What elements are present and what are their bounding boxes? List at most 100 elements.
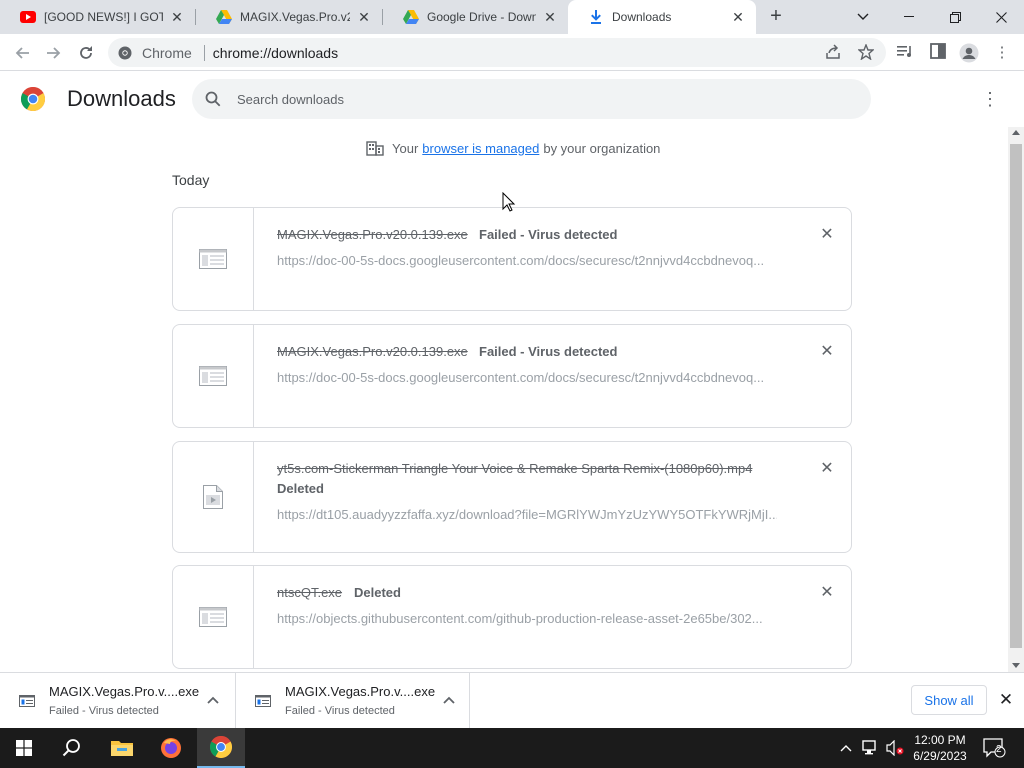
tab-search-button[interactable] bbox=[840, 0, 886, 34]
youtube-icon bbox=[20, 9, 36, 25]
shelf-filename: MAGIX.Vegas.Pro.v....exe bbox=[285, 684, 436, 699]
file-thumb bbox=[173, 208, 254, 310]
close-icon[interactable]: ✕ bbox=[356, 9, 372, 25]
download-item: ntscQT.exe Deleted https://objects.githu… bbox=[172, 565, 852, 669]
address-bar[interactable]: Chrome chrome://downloads bbox=[108, 38, 886, 67]
vertical-scrollbar[interactable] bbox=[1008, 127, 1024, 672]
chrome-menu-icon[interactable]: ⋮ bbox=[992, 43, 1012, 63]
volume-muted-icon[interactable] bbox=[886, 739, 904, 759]
windows-taskbar: 12:00 PM 6/29/2023 2 bbox=[0, 728, 1024, 768]
action-center-button[interactable]: 2 bbox=[983, 738, 1007, 758]
close-icon[interactable]: ✕ bbox=[730, 9, 746, 25]
chevron-up-icon[interactable] bbox=[441, 692, 457, 708]
more-actions-icon[interactable]: ⋮ bbox=[980, 89, 1000, 109]
tray-chevron-icon[interactable] bbox=[840, 740, 852, 755]
url-text[interactable]: chrome://downloads bbox=[213, 45, 338, 61]
shelf-item[interactable]: MAGIX.Vegas.Pro.v....exe Failed - Virus … bbox=[0, 673, 236, 729]
restore-button[interactable] bbox=[932, 0, 978, 34]
remove-item-icon[interactable]: ✕ bbox=[819, 461, 835, 477]
close-icon bbox=[995, 11, 1007, 23]
side-panel-icon[interactable] bbox=[928, 43, 948, 63]
exe-file-icon bbox=[19, 695, 35, 707]
date-section-label: Today bbox=[172, 172, 210, 188]
exe-file-icon bbox=[199, 249, 227, 269]
reload-button[interactable] bbox=[72, 39, 100, 67]
media-control-icon[interactable] bbox=[895, 43, 915, 63]
clock-time: 12:00 PM bbox=[914, 733, 966, 747]
chrome-logo-icon bbox=[21, 87, 45, 111]
remove-item-icon[interactable]: ✕ bbox=[819, 227, 835, 243]
bookmark-star-icon[interactable] bbox=[857, 43, 875, 62]
exe-file-icon bbox=[199, 607, 227, 627]
search-downloads-box[interactable] bbox=[192, 79, 871, 119]
minimize-button[interactable] bbox=[886, 0, 932, 34]
download-status: Failed - Virus detected bbox=[479, 227, 618, 242]
tab-google-drive[interactable]: Google Drive - Downlo ✕ bbox=[383, 0, 568, 34]
firefox-button[interactable] bbox=[147, 728, 195, 768]
download-source-url[interactable]: https://doc-00-5s-docs.googleusercontent… bbox=[277, 370, 777, 385]
download-filename[interactable]: yt5s.com-Stickerman Triangle Your Voice … bbox=[277, 461, 752, 476]
file-explorer-button[interactable] bbox=[98, 728, 146, 768]
tab-title: Downloads bbox=[612, 10, 672, 24]
download-filename[interactable]: MAGIX.Vegas.Pro.v20.0.139.exe bbox=[277, 344, 468, 359]
taskbar-clock[interactable]: 12:00 PM 6/29/2023 bbox=[905, 732, 975, 764]
download-source-url[interactable]: https://doc-00-5s-docs.googleusercontent… bbox=[277, 253, 777, 268]
close-window-button[interactable] bbox=[978, 0, 1024, 34]
download-source-url[interactable]: https://dt105.auadyyzzfaffa.xyz/download… bbox=[277, 507, 777, 522]
close-icon[interactable]: ✕ bbox=[542, 9, 558, 25]
tab-youtube[interactable]: [GOOD NEWS!] I GOT VIRUS ✕ bbox=[0, 0, 195, 34]
notification-icon bbox=[983, 738, 1006, 758]
download-item: MAGIX.Vegas.Pro.v20.0.139.exe Failed - V… bbox=[172, 207, 852, 311]
shelf-item[interactable]: MAGIX.Vegas.Pro.v....exe Failed - Virus … bbox=[236, 673, 470, 729]
download-status: Failed - Virus detected bbox=[479, 344, 618, 359]
file-thumb bbox=[173, 442, 254, 552]
tab-downloads[interactable]: Downloads ✕ bbox=[568, 0, 756, 34]
profile-avatar-icon[interactable] bbox=[959, 43, 979, 63]
download-status: Deleted bbox=[277, 481, 324, 496]
start-button[interactable] bbox=[0, 728, 48, 768]
remove-item-icon[interactable]: ✕ bbox=[819, 344, 835, 360]
tab-magix[interactable]: MAGIX.Vegas.Pro.v20.0 ✕ bbox=[196, 0, 382, 34]
download-item: MAGIX.Vegas.Pro.v20.0.139.exe Failed - V… bbox=[172, 324, 852, 428]
file-thumb bbox=[173, 566, 254, 668]
download-filename[interactable]: MAGIX.Vegas.Pro.v20.0.139.exe bbox=[277, 227, 468, 242]
close-icon[interactable]: ✕ bbox=[169, 9, 185, 25]
notification-count: 2 bbox=[996, 744, 1002, 755]
chip-label: Chrome bbox=[142, 44, 192, 61]
remove-item-icon[interactable]: ✕ bbox=[819, 585, 835, 601]
close-shelf-icon[interactable]: ✕ bbox=[997, 691, 1015, 709]
new-tab-button[interactable]: + bbox=[764, 5, 788, 29]
managed-suffix: by your organization bbox=[543, 140, 661, 156]
file-thumb bbox=[173, 325, 254, 427]
taskbar-search-button[interactable] bbox=[48, 728, 96, 768]
forward-button[interactable] bbox=[40, 39, 68, 67]
page-title: Downloads bbox=[67, 86, 176, 111]
search-icon bbox=[205, 91, 221, 107]
managed-link[interactable]: browser is managed bbox=[422, 141, 539, 156]
download-item: yt5s.com-Stickerman Triangle Your Voice … bbox=[172, 441, 852, 553]
shelf-status: Failed - Virus detected bbox=[285, 705, 395, 717]
chrome-icon bbox=[118, 46, 132, 59]
folder-icon bbox=[111, 741, 133, 756]
scroll-down-icon bbox=[1012, 663, 1020, 668]
clock-date: 6/29/2023 bbox=[913, 749, 967, 763]
chrome-icon bbox=[210, 736, 232, 758]
network-icon[interactable] bbox=[862, 740, 880, 759]
show-all-button[interactable]: Show all bbox=[911, 685, 987, 715]
scroll-up-icon bbox=[1012, 130, 1020, 135]
restore-icon bbox=[949, 11, 961, 23]
share-icon[interactable] bbox=[824, 44, 842, 62]
download-filename[interactable]: ntscQT.exe bbox=[277, 585, 342, 600]
downloads-header: Downloads ⋮ bbox=[0, 71, 1024, 127]
search-input[interactable] bbox=[237, 91, 837, 107]
download-icon bbox=[588, 9, 604, 25]
google-drive-icon bbox=[403, 9, 419, 25]
arrow-left-icon bbox=[15, 47, 29, 59]
back-button[interactable] bbox=[8, 39, 36, 67]
site-info-chip[interactable]: Chrome bbox=[118, 45, 192, 61]
chrome-taskbar-button[interactable] bbox=[197, 728, 245, 768]
chevron-up-icon[interactable] bbox=[205, 692, 221, 708]
managed-notice: Your browser is managed by your organiza… bbox=[366, 140, 660, 156]
download-source-url[interactable]: https://objects.githubusercontent.com/gi… bbox=[277, 611, 777, 626]
search-icon bbox=[62, 739, 80, 757]
